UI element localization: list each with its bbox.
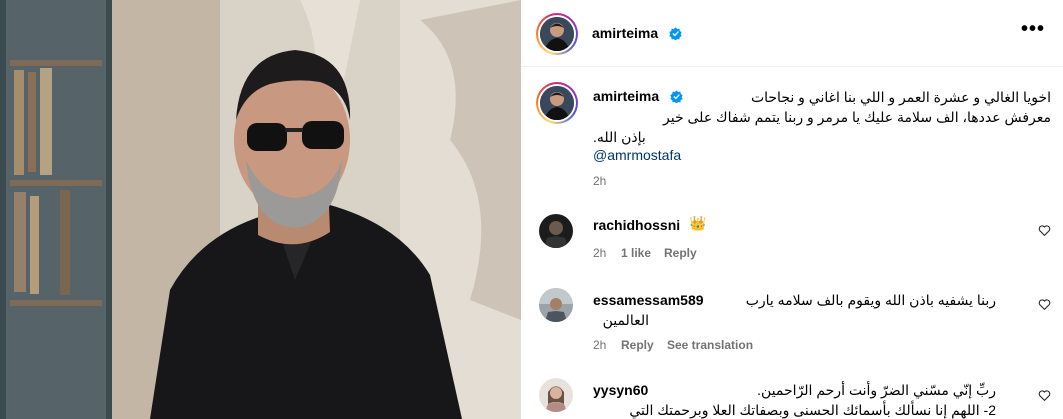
post-photo[interactable]: [0, 0, 521, 419]
caption-avatar[interactable]: [536, 82, 578, 124]
caption-line-3: بإذن الله.: [593, 129, 646, 145]
comment-time[interactable]: 2h: [593, 338, 606, 352]
comment-time[interactable]: 2h: [593, 246, 606, 260]
commenter-avatar[interactable]: [539, 288, 573, 322]
comment-text-line-2: 2- اللهم إنا نسألك بأسمائك الحسنى وبصفات…: [629, 402, 996, 418]
caption-line-1: اخويا الغالي و عشرة العمر و اللي بنا اغا…: [750, 89, 1051, 105]
heart-outline-icon[interactable]: [1038, 389, 1051, 402]
verified-badge-icon: [670, 90, 683, 103]
commenter-avatar[interactable]: [539, 214, 573, 248]
post-image: [0, 0, 521, 419]
comment-username[interactable]: yysyn60: [593, 382, 648, 398]
post-details-panel: amirteima ••• amirteima اخويا الغالي و ع…: [521, 0, 1063, 419]
heart-outline-icon[interactable]: [1038, 224, 1051, 237]
more-options-icon[interactable]: •••: [1021, 19, 1045, 39]
comment-text-line-2: العالمين: [602, 312, 649, 328]
verified-badge-icon: [669, 27, 682, 40]
commenter-avatar[interactable]: [539, 378, 573, 412]
caption-username[interactable]: amirteima: [593, 88, 659, 104]
comment-text-line-1: ربنا يشفيه باذن الله ويقوم بالف سلامه يا…: [745, 292, 996, 308]
caption-time[interactable]: 2h: [593, 174, 606, 188]
comment-text: 👑: [689, 215, 707, 231]
reply-button[interactable]: Reply: [664, 246, 697, 260]
reply-button[interactable]: Reply: [621, 338, 654, 352]
comment-username[interactable]: essamessam589: [593, 292, 704, 308]
comment-text-line-1: ربِّ إنّي مسّني الضرّ وأنت أرحم الرّاحمي…: [757, 382, 996, 398]
comment-username[interactable]: rachidhossni: [593, 217, 680, 233]
header-username[interactable]: amirteima: [592, 25, 658, 41]
mention-link[interactable]: @amrmostafa: [593, 147, 681, 163]
author-avatar[interactable]: [536, 13, 578, 55]
heart-outline-icon[interactable]: [1038, 298, 1051, 311]
caption-line-2: معرفش عددها، الف سلامة عليك يا مرمر و رب…: [663, 109, 1051, 125]
post-header: amirteima •••: [521, 0, 1063, 67]
comment-likes[interactable]: 1 like: [621, 246, 651, 260]
see-translation-button[interactable]: See translation: [667, 338, 753, 352]
